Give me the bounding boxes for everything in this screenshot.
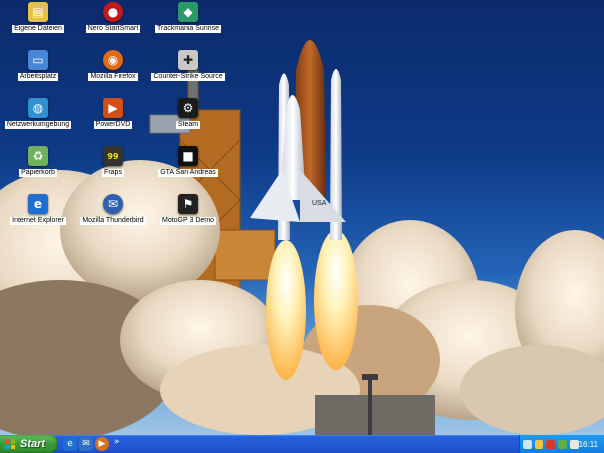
internet-explorer-icon: e <box>28 194 48 214</box>
desktop-icon-mozilla-thunderbird[interactable]: ✉ Mozilla Thunderbird <box>77 194 149 225</box>
media-player-icon[interactable]: ▶ <box>95 437 109 451</box>
network-icon: ◍ <box>28 98 48 118</box>
desktop-icon-label: Trackmania Sunrise <box>155 25 221 33</box>
desktop-icon-label: Mozilla Thunderbird <box>80 217 146 225</box>
quick-launch-expand-icon[interactable]: » <box>114 437 120 447</box>
desktop-icon-label: Mozilla Firefox <box>88 73 138 81</box>
update-icon[interactable] <box>558 439 567 449</box>
desktop-icon-label: Arbeitsplatz <box>17 73 59 81</box>
desktop-icon-netzwerkumgebung[interactable]: ◍ Netzwerkumgebung <box>2 98 74 129</box>
clock[interactable]: 16:11 <box>579 440 598 449</box>
shield-icon[interactable] <box>569 439 579 449</box>
svg-text:USA: USA <box>312 200 327 207</box>
fraps-icon: 99 <box>103 146 123 166</box>
desktop-icon-label: GTA San Andreas <box>158 169 218 177</box>
desktop-icon-nero-startsmart[interactable]: ● Nero StartSmart <box>77 2 149 33</box>
computer-icon: ▭ <box>28 50 48 70</box>
desktop-icon-eigene-dateien[interactable]: ▤ Eigene Dateien <box>2 2 74 33</box>
desktop-background: USA ▤ Eigene Dateien ▭ Arbeitsplatz ◍ Ne… <box>0 0 604 435</box>
desktop-icon-fraps[interactable]: 99 Fraps <box>77 146 149 177</box>
desktop-icon-powerdvd[interactable]: ▶ PowerDVD <box>77 98 149 129</box>
outlook-icon[interactable]: ✉ <box>79 437 93 451</box>
speaker-icon[interactable] <box>523 439 532 449</box>
desktop-icon-label: MotoGP 3 Demo <box>159 217 216 225</box>
trackmania-icon: ◆ <box>178 2 198 22</box>
powerdvd-icon: ▶ <box>103 98 123 118</box>
start-label: Start <box>20 438 46 450</box>
start-button[interactable]: Start <box>0 435 58 453</box>
desktop-icon-gta-san-andreas[interactable]: ■ GTA San Andreas <box>152 146 224 177</box>
desktop-icon-motogp-3-demo[interactable]: ⚑ MotoGP 3 Demo <box>152 194 224 225</box>
windows-logo-icon <box>5 439 15 449</box>
desktop-icon-papierkorb[interactable]: ♻ Papierkorb <box>2 146 74 177</box>
steam-icon: ⚙ <box>178 98 198 118</box>
firefox-icon: ◉ <box>103 50 123 70</box>
folder-icon: ▤ <box>28 2 48 22</box>
desktop-icon-label: Internet Explorer <box>10 217 66 225</box>
desktop-icon-label: Netzwerkumgebung <box>4 121 72 129</box>
nero-icon: ● <box>103 2 123 22</box>
desktop-icon-label: PowerDVD <box>93 121 133 129</box>
desktop-icon-internet-explorer[interactable]: e Internet Explorer <box>2 194 74 225</box>
desktop-icon-arbeitsplatz[interactable]: ▭ Arbeitsplatz <box>2 50 74 81</box>
desktop-icon-label: Nero StartSmart <box>85 25 141 33</box>
desktop-icon-label: Eigene Dateien <box>12 25 64 33</box>
gta-icon: ■ <box>178 146 198 166</box>
network-icon[interactable] <box>534 439 544 449</box>
internet-explorer-icon[interactable]: e <box>63 437 77 451</box>
desktop-icon-trackmania-sunrise[interactable]: ◆ Trackmania Sunrise <box>152 2 224 33</box>
desktop-icon-mozilla-firefox[interactable]: ◉ Mozilla Firefox <box>77 50 149 81</box>
desktop-icon-label: Steam <box>175 121 201 129</box>
recycle-bin-icon: ♻ <box>28 146 48 166</box>
desktop-icon-label: Counter-Strike Source <box>151 73 225 81</box>
desktop-icon-counter-strike-source[interactable]: ✚ Counter-Strike Source <box>151 50 225 81</box>
desktop-icon-steam[interactable]: ⚙ Steam <box>152 98 224 129</box>
motogp-icon: ⚑ <box>178 194 198 214</box>
taskbar: Start e ✉ ▶ » 16:11 <box>0 435 604 453</box>
counter-strike-icon: ✚ <box>178 50 198 70</box>
desktop-icon-label: Fraps <box>102 169 124 177</box>
desktop-icon-label: Papierkorb <box>19 169 57 177</box>
thunderbird-icon: ✉ <box>103 194 123 214</box>
system-tray: 16:11 <box>519 435 604 453</box>
security-icon[interactable] <box>546 439 556 449</box>
